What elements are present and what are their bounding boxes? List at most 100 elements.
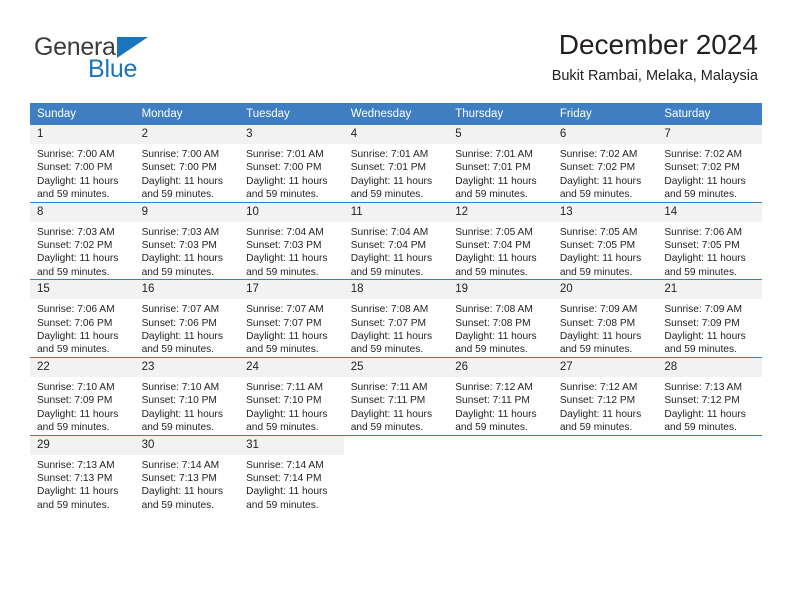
day-cell[interactable]: 1 Sunrise: 7:00 AM Sunset: 7:00 PM Dayli… (30, 125, 135, 202)
daylight-line2: and 59 minutes. (37, 499, 110, 511)
sunset-text: Sunset: 7:04 PM (350, 240, 427, 252)
sunset-text: Sunset: 7:11 PM (350, 395, 426, 407)
day-cell[interactable]: 27 Sunrise: 7:12 AM Sunset: 7:12 PM Dayl… (552, 356, 658, 435)
day-details: Sunrise: 7:02 AM Sunset: 7:02 PM Dayligh… (657, 144, 762, 202)
page-header: General Blue December 2024 Bukit Rambai,… (0, 0, 792, 96)
day-cell[interactable]: 14 Sunrise: 7:06 AM Sunset: 7:05 PM Dayl… (657, 201, 762, 280)
daylight-line2: and 59 minutes. (141, 499, 215, 511)
day-details: Sunrise: 7:08 AM Sunset: 7:07 PM Dayligh… (344, 299, 449, 357)
day-number: 13 (552, 202, 658, 222)
daylight-line1: Daylight: 11 hours (350, 253, 433, 265)
sunrise-text: Sunrise: 7:00 AM (141, 149, 220, 160)
day-number: 18 (343, 280, 449, 300)
day-details: Sunrise: 7:02 AM Sunset: 7:02 PM Dayligh… (553, 144, 658, 202)
day-cell[interactable]: 7 Sunrise: 7:02 AM Sunset: 7:02 PM Dayli… (657, 125, 762, 202)
sunset-text: Sunset: 7:05 PM (664, 240, 740, 252)
day-cell[interactable]: 18 Sunrise: 7:08 AM Sunset: 7:07 PM Dayl… (343, 279, 449, 358)
week-row: 1 Sunrise: 7:00 AM Sunset: 7:00 PM Dayli… (30, 125, 762, 202)
day-details: Sunrise: 7:05 AM Sunset: 7:04 PM Dayligh… (448, 222, 553, 280)
day-cell[interactable]: 28 Sunrise: 7:13 AM Sunset: 7:12 PM Dayl… (657, 356, 762, 435)
day-number: 29 (30, 435, 135, 455)
day-details: Sunrise: 7:13 AM Sunset: 7:12 PM Dayligh… (657, 377, 762, 435)
weekday-header-sunday: Sunday (30, 103, 135, 125)
day-cell[interactable]: 3 Sunrise: 7:01 AM Sunset: 7:00 PM Dayli… (239, 125, 344, 202)
sunrise-text: Sunrise: 7:01 AM (350, 149, 429, 160)
day-number: 28 (657, 357, 762, 377)
page-title: December 2024 (558, 29, 758, 60)
day-cell[interactable]: 11 Sunrise: 7:04 AM Sunset: 7:04 PM Dayl… (343, 201, 449, 280)
daylight-line1: Daylight: 11 hours (141, 331, 223, 343)
page-subtitle: Bukit Rambai, Melaka, Malaysia (551, 68, 758, 84)
sunset-text: Sunset: 7:00 PM (246, 162, 322, 174)
weekday-header-tuesday: Tuesday (239, 103, 344, 125)
sunrise-text: Sunrise: 7:12 AM (559, 381, 638, 393)
day-number: 25 (343, 357, 449, 377)
sunrise-text: Sunrise: 7:10 AM (37, 381, 115, 393)
daylight-line2: and 59 minutes. (141, 344, 215, 356)
sunrise-text: Sunrise: 7:10 AM (141, 381, 220, 393)
daylight-line2: and 59 minutes. (246, 422, 319, 434)
day-cell[interactable]: 2 Sunrise: 7:00 AM Sunset: 7:00 PM Dayli… (134, 125, 240, 202)
day-cell[interactable]: 13 Sunrise: 7:05 AM Sunset: 7:05 PM Dayl… (552, 201, 658, 280)
sunrise-text: Sunrise: 7:08 AM (455, 304, 533, 316)
sunset-text: Sunset: 7:08 PM (455, 317, 531, 329)
sunset-text: Sunset: 7:06 PM (37, 317, 113, 329)
day-cell[interactable]: 15 Sunrise: 7:06 AM Sunset: 7:06 PM Dayl… (30, 279, 135, 358)
day-cell[interactable]: 25 Sunrise: 7:11 AM Sunset: 7:11 PM Dayl… (343, 356, 449, 435)
day-cell[interactable]: 17 Sunrise: 7:07 AM Sunset: 7:07 PM Dayl… (239, 279, 344, 358)
daylight-line1: Daylight: 11 hours (141, 408, 223, 420)
sunset-text: Sunset: 7:09 PM (37, 395, 113, 407)
daylight-line1: Daylight: 11 hours (141, 253, 223, 265)
sunrise-text: Sunrise: 7:09 AM (664, 304, 742, 316)
day-cell[interactable]: 5 Sunrise: 7:01 AM Sunset: 7:01 PM Dayli… (448, 125, 553, 202)
daylight-line2: and 59 minutes. (664, 189, 737, 201)
day-cell[interactable]: 4 Sunrise: 7:01 AM Sunset: 7:01 PM Dayli… (343, 125, 449, 202)
sunrise-text: Sunrise: 7:03 AM (141, 226, 220, 238)
daylight-line2: and 59 minutes. (455, 189, 528, 201)
sunset-text: Sunset: 7:03 PM (141, 240, 217, 252)
day-number: 6 (552, 125, 658, 144)
day-cell[interactable]: 21 Sunrise: 7:09 AM Sunset: 7:09 PM Dayl… (657, 279, 762, 358)
day-number: 12 (448, 202, 553, 222)
day-cell[interactable]: 31 Sunrise: 7:14 AM Sunset: 7:14 PM Dayl… (239, 434, 344, 513)
daylight-line2: and 59 minutes. (350, 344, 424, 356)
daylight-line1: Daylight: 11 hours (350, 175, 433, 187)
day-cell-empty (657, 434, 762, 513)
day-details: Sunrise: 7:07 AM Sunset: 7:07 PM Dayligh… (239, 299, 344, 357)
day-cell[interactable]: 26 Sunrise: 7:12 AM Sunset: 7:11 PM Dayl… (448, 356, 553, 435)
daylight-line1: Daylight: 11 hours (246, 253, 328, 265)
day-details: Sunrise: 7:04 AM Sunset: 7:03 PM Dayligh… (239, 222, 344, 280)
day-cell[interactable]: 19 Sunrise: 7:08 AM Sunset: 7:08 PM Dayl… (448, 279, 553, 358)
day-details: Sunrise: 7:04 AM Sunset: 7:04 PM Dayligh… (344, 222, 449, 280)
day-cell[interactable]: 23 Sunrise: 7:10 AM Sunset: 7:10 PM Dayl… (134, 356, 240, 435)
week-row: 8 Sunrise: 7:03 AM Sunset: 7:02 PM Dayli… (30, 201, 762, 280)
day-cell[interactable]: 8 Sunrise: 7:03 AM Sunset: 7:02 PM Dayli… (30, 201, 135, 280)
general-blue-logo[interactable]: General Blue (34, 34, 184, 88)
sunset-text: Sunset: 7:07 PM (246, 317, 322, 329)
day-cell[interactable]: 30 Sunrise: 7:14 AM Sunset: 7:13 PM Dayl… (134, 434, 240, 513)
sunrise-text: Sunrise: 7:13 AM (37, 459, 115, 471)
day-cell-empty (448, 434, 553, 513)
daylight-line1: Daylight: 11 hours (455, 331, 537, 343)
day-cell[interactable]: 10 Sunrise: 7:04 AM Sunset: 7:03 PM Dayl… (239, 201, 344, 280)
sunrise-text: Sunrise: 7:00 AM (37, 149, 115, 160)
day-number: 27 (552, 357, 658, 377)
day-cell[interactable]: 16 Sunrise: 7:07 AM Sunset: 7:06 PM Dayl… (134, 279, 240, 358)
day-cell[interactable]: 20 Sunrise: 7:09 AM Sunset: 7:08 PM Dayl… (552, 279, 658, 358)
daylight-line1: Daylight: 11 hours (246, 408, 328, 420)
day-details: Sunrise: 7:01 AM Sunset: 7:01 PM Dayligh… (448, 144, 553, 202)
day-cell[interactable]: 6 Sunrise: 7:02 AM Sunset: 7:02 PM Dayli… (552, 125, 658, 202)
day-cell[interactable]: 24 Sunrise: 7:11 AM Sunset: 7:10 PM Dayl… (239, 356, 344, 435)
sunset-text: Sunset: 7:05 PM (559, 240, 636, 252)
day-number: 5 (448, 125, 553, 144)
sunrise-text: Sunrise: 7:08 AM (350, 304, 429, 316)
sunrise-text: Sunrise: 7:03 AM (37, 226, 115, 238)
day-cell[interactable]: 12 Sunrise: 7:05 AM Sunset: 7:04 PM Dayl… (448, 201, 553, 280)
day-cell[interactable]: 22 Sunrise: 7:10 AM Sunset: 7:09 PM Dayl… (30, 356, 135, 435)
sunset-text: Sunset: 7:13 PM (141, 472, 217, 484)
day-cell[interactable]: 29 Sunrise: 7:13 AM Sunset: 7:13 PM Dayl… (30, 434, 135, 513)
sunset-text: Sunset: 7:12 PM (559, 395, 636, 407)
daylight-line2: and 59 minutes. (37, 189, 110, 201)
day-cell[interactable]: 9 Sunrise: 7:03 AM Sunset: 7:03 PM Dayli… (134, 201, 240, 280)
sunset-text: Sunset: 7:10 PM (246, 395, 322, 407)
